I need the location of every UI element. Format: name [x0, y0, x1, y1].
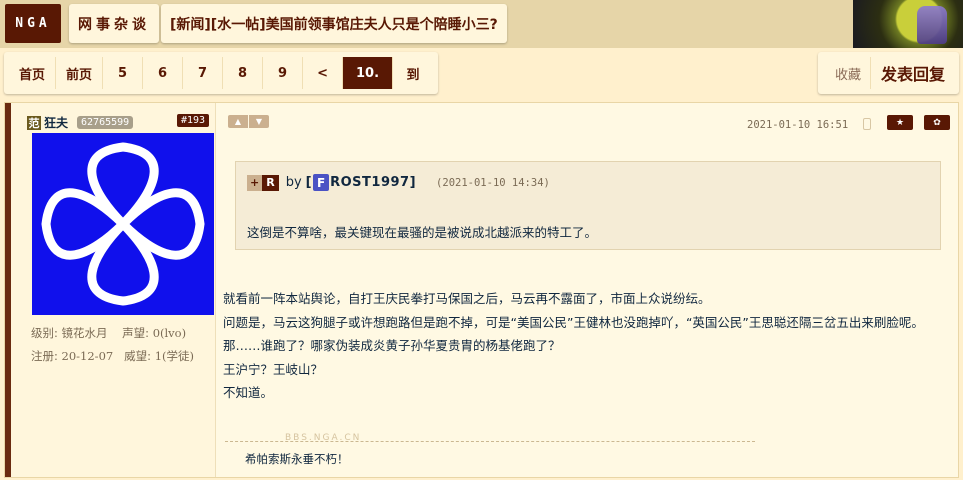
avatar-clover-image — [41, 142, 205, 306]
post-time: 2021-01-10 16:51 — [747, 119, 849, 131]
body-line: 不知道。 — [223, 385, 274, 400]
mobile-device-icon — [863, 118, 871, 130]
signature-watermark: BBS.NGA.CN — [285, 433, 362, 443]
author-name[interactable]: 狂夫 — [44, 114, 68, 131]
author-tag: 范 — [27, 115, 41, 130]
fame-value: 0(lvo) — [152, 326, 187, 340]
quote-username[interactable]: ROST1997 — [330, 175, 409, 190]
banner-art — [853, 0, 963, 48]
body-line: 问题是，马云这狗腿子或许想跑路但是跑不掉，可是“美国公民”王健林也没跑掉吖，“英… — [223, 314, 924, 330]
site-logo[interactable]: NGA — [5, 4, 61, 43]
avatar — [32, 133, 214, 315]
quote-by-label: by — [285, 175, 302, 190]
floor-number[interactable]: #193 — [177, 114, 210, 127]
page-goto[interactable]: 到 — [393, 57, 433, 89]
reply-button[interactable]: 发表回复 — [871, 57, 951, 89]
thumb-up-icon[interactable]: ▲ — [228, 115, 248, 128]
page-7[interactable]: 7 — [183, 57, 224, 89]
top-banner: NGA 网事杂谈 [新闻][水一帖]美国前领事馆庄夫人只是个陪睡小三? — [0, 0, 963, 48]
page-8[interactable]: 8 — [223, 57, 264, 89]
post-body: 就看前一阵本站舆论，自打王庆民拳打马保国之后，马云再不露面了，市面上众说纷纭。 … — [223, 287, 924, 405]
body-line: 王沪宁？王岐山？ — [223, 361, 324, 377]
level-label: 级别: — [31, 326, 58, 340]
page-9[interactable]: 9 — [263, 57, 304, 89]
breadcrumb-thread-title[interactable]: [新闻][水一帖]美国前领事馆庄夫人只是个陪睡小三? — [161, 4, 507, 43]
page-back[interactable]: < — [303, 57, 344, 89]
page-current[interactable]: 10. — [343, 57, 394, 89]
author-meta-row-2: 注册: 20-12-07 威望: 1(学徒) — [31, 348, 194, 364]
banner-mascot — [917, 6, 947, 44]
reg-date: 20-12-07 — [61, 349, 114, 363]
body-line: 那……谁跑了？哪家伪装成炎黄子孙华夏贵胄的杨基佬跑了？ — [223, 338, 561, 353]
quote-user-initial[interactable]: F — [313, 174, 330, 191]
favorite-button[interactable]: 收藏 — [826, 57, 871, 89]
reg-label: 注册: — [31, 349, 58, 363]
quote-bracket-open: [ — [305, 175, 313, 190]
page-prev[interactable]: 前页 — [56, 57, 104, 89]
quote-header: + R by [ F ROST1997 ] (2021-01-10 14:34) — [247, 174, 550, 191]
body-line: 就看前一阵本站舆论，自打王庆民拳打马保国之后，马云再不露面了，市面上众说纷纭。 — [223, 291, 711, 306]
fame-label: 声望: — [122, 326, 150, 340]
thread-actions: 收藏 发表回复 — [817, 52, 959, 94]
author-uid[interactable]: 62765599 — [77, 116, 134, 129]
author-panel: 范 狂夫 62765599 #193 级别: 镜花水月 声望: 0(lvo) 注… — [11, 103, 216, 477]
quote-block: + R by [ F ROST1997 ] (2021-01-10 14:34)… — [235, 161, 941, 250]
page-5[interactable]: 5 — [103, 57, 144, 89]
author-header: 范 狂夫 62765599 — [27, 114, 134, 131]
quote-text: 这倒是不算啥，最关键现在最骚的是被说成北越派来的特工了。 — [247, 225, 598, 240]
quote-time: (2021-01-10 14:34) — [436, 176, 550, 189]
post-floor: 范 狂夫 62765599 #193 级别: 镜花水月 声望: 0(lvo) 注… — [4, 102, 959, 478]
prestige-label: 威望: — [124, 349, 152, 363]
thumb-down-icon[interactable]: ▼ — [249, 115, 269, 128]
pagination: 首页 前页 5 6 7 8 9 < 10. 到 — [4, 52, 439, 94]
quote-expand-button[interactable]: + — [247, 174, 263, 191]
level-value: 镜花水月 — [61, 326, 108, 340]
signature-text: 希帕索斯永垂不朽！ — [245, 452, 349, 466]
quote-bracket-close: ] — [409, 175, 417, 190]
page-6[interactable]: 6 — [143, 57, 184, 89]
prestige-value: 1(学徒) — [154, 349, 194, 363]
star-icon[interactable]: ★ — [887, 115, 913, 130]
breadcrumb-forum[interactable]: 网事杂谈 — [69, 4, 159, 43]
author-meta-row-1: 级别: 镜花水月 声望: 0(lvo) — [31, 325, 186, 341]
vote-buttons: ▲ ▼ — [228, 115, 269, 128]
page-first[interactable]: 首页 — [9, 57, 57, 89]
post-content: ▲ ▼ 2021-01-10 16:51 ★ ✿ + R by [ F ROST… — [223, 103, 958, 477]
gear-icon[interactable]: ✿ — [924, 115, 950, 130]
quote-reply-badge[interactable]: R — [262, 174, 279, 191]
